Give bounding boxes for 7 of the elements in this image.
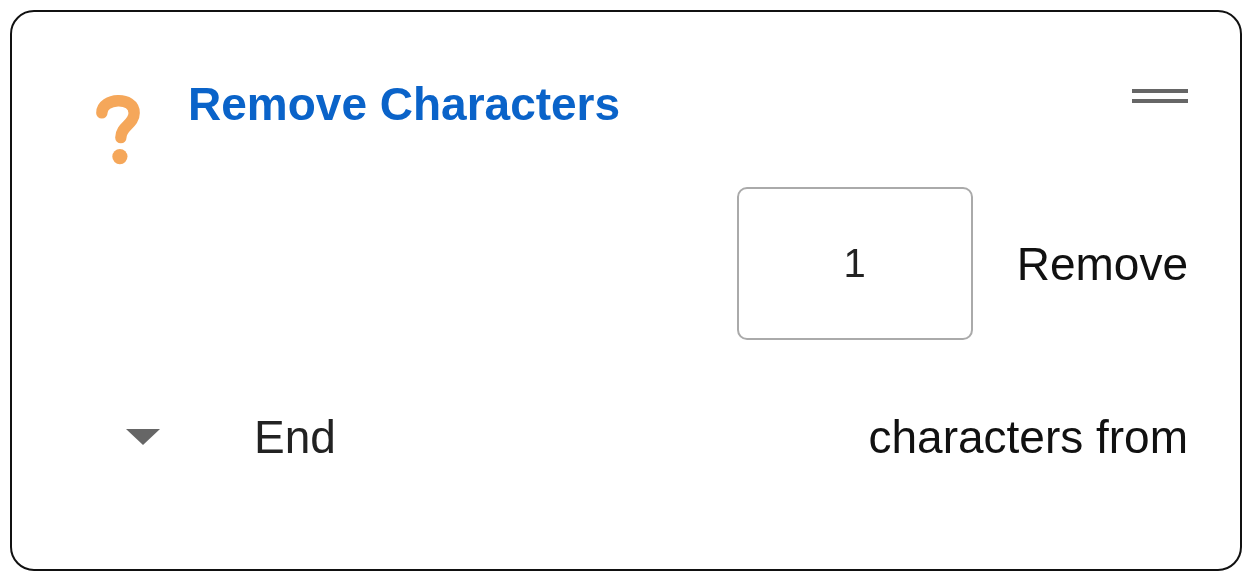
- remove-label: Remove: [1016, 236, 1188, 291]
- block-title: Remove Characters: [188, 77, 621, 132]
- position-dropdown[interactable]: End: [126, 410, 336, 464]
- caret-icon: [126, 429, 160, 445]
- count-field[interactable]: 1: [736, 187, 973, 340]
- characters-from-label: characters from: [868, 410, 1188, 464]
- drag-handle-icon[interactable]: [1132, 89, 1188, 103]
